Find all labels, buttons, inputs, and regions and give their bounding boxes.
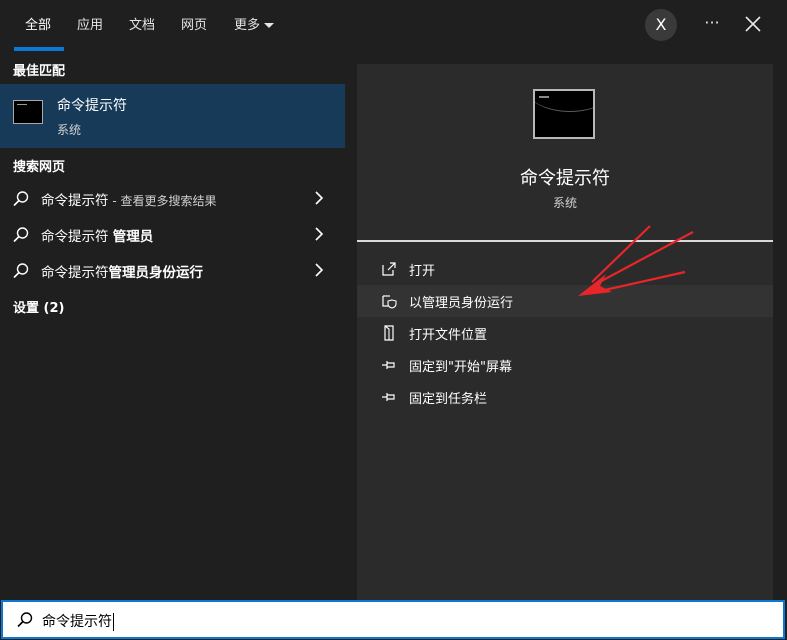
web-result-bold: 管理员 (112, 229, 154, 245)
shield-icon (382, 295, 397, 309)
settings-heading[interactable]: 设置 (2) (13, 297, 64, 316)
divider (357, 240, 773, 242)
web-result-item[interactable]: 命令提示符 - 查看更多搜索结果 (0, 180, 345, 216)
search-icon (17, 612, 33, 628)
web-result-bold: 管理员身份运行 (108, 265, 204, 281)
search-icon (13, 227, 29, 243)
action-run-as-admin[interactable]: 以管理员身份运行 (357, 285, 773, 317)
avatar[interactable]: X (645, 9, 677, 41)
chevron-right-icon (315, 263, 324, 277)
chevron-down-icon (264, 23, 275, 28)
tab-more[interactable]: 更多 (234, 14, 275, 34)
search-icon (13, 263, 29, 279)
annotation-arrows (578, 225, 694, 296)
action-label: 以管理员身份运行 (409, 296, 514, 311)
active-tab-indicator (14, 47, 64, 51)
action-label: 打开 (409, 264, 436, 279)
cmd-icon (533, 89, 595, 139)
pin-icon (382, 393, 395, 401)
tab-web[interactable]: 网页 (181, 14, 207, 34)
tab-documents[interactable]: 文档 (129, 14, 155, 34)
web-result-text: 命令提示符 (41, 229, 113, 245)
web-result-text: 命令提示符 (41, 265, 109, 281)
web-result-suffix: - 查看更多搜索结果 (108, 194, 217, 208)
action-open-file-location[interactable]: 打开文件位置 (357, 317, 773, 349)
search-icon (13, 191, 29, 207)
tab-all[interactable]: 全部 (25, 14, 51, 34)
tab-more-label: 更多 (234, 18, 261, 33)
web-result-item[interactable]: 命令提示符管理员身份运行 (0, 252, 345, 288)
action-pin-to-taskbar[interactable]: 固定到任务栏 (357, 381, 773, 413)
results-pane: 最佳匹配 命令提示符 系统 搜索网页 命令提示符 - 查看更多搜索结果 命令提示… (0, 52, 345, 600)
web-result-text: 命令提示符 (41, 193, 109, 209)
more-options-button[interactable]: ··· (700, 12, 724, 36)
text-caret (113, 613, 114, 631)
best-match-heading: 最佳匹配 (13, 64, 66, 79)
detail-pane: 命令提示符 系统 打开 以管理员身份运行 打开文件位置 固定到"开始"屏幕 固定… (357, 64, 773, 600)
icon-prompt (539, 96, 549, 98)
detail-title: 命令提示符 (520, 168, 610, 189)
search-input[interactable]: 命令提示符 (42, 614, 112, 630)
close-button[interactable] (741, 12, 765, 36)
file-location-icon (384, 325, 394, 341)
close-icon (745, 16, 761, 32)
top-tab-bar: 全部 应用 文档 网页 更多 X ··· (0, 0, 787, 52)
best-match-item[interactable]: 命令提示符 系统 (0, 84, 345, 148)
tab-apps[interactable]: 应用 (77, 14, 103, 34)
icon-sheen (535, 91, 593, 112)
pin-icon (382, 361, 395, 369)
action-open[interactable]: 打开 (357, 253, 773, 285)
action-label: 固定到任务栏 (409, 392, 488, 407)
best-match-subtitle: 系统 (57, 123, 82, 137)
action-pin-to-start[interactable]: 固定到"开始"屏幕 (357, 349, 773, 381)
open-icon (382, 262, 396, 276)
action-label: 打开文件位置 (409, 328, 488, 343)
best-match-title: 命令提示符 (57, 98, 127, 114)
chevron-right-icon (315, 227, 324, 241)
web-result-item[interactable]: 命令提示符 管理员 (0, 216, 345, 252)
action-label: 固定到"开始"屏幕 (409, 360, 512, 375)
detail-subtitle: 系统 (552, 196, 577, 210)
chevron-right-icon (315, 191, 324, 205)
search-bar[interactable]: 命令提示符 (1, 600, 785, 639)
web-search-heading: 搜索网页 (13, 160, 66, 175)
cmd-icon (13, 100, 43, 124)
